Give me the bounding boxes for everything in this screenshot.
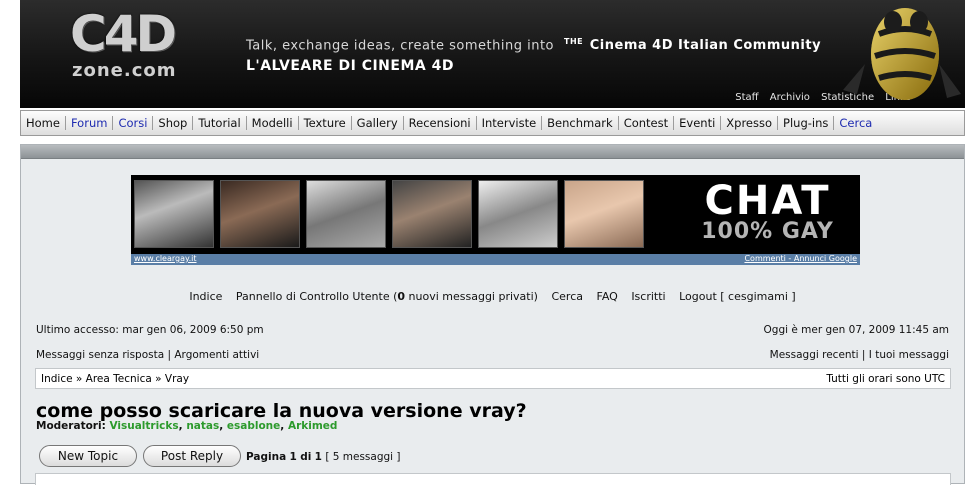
nav-forum[interactable]: Forum (66, 116, 114, 130)
advertisement-banner[interactable]: CHAT 100% GAY www.cleargay.it Commenti -… (131, 175, 860, 265)
moderator-arkimed[interactable]: Arkimed (288, 420, 337, 432)
header-subtitle: L'ALVEARE DI CINEMA 4D (246, 58, 454, 74)
pagination: Pagina 1 di 1 [ 5 messaggi ] (246, 451, 401, 463)
moderator-natas[interactable]: natas (186, 420, 219, 432)
bee-mascot-icon (843, 8, 961, 100)
breadcrumb-path[interactable]: Indice » Area Tecnica » Vray (41, 373, 189, 385)
nav-xpresso[interactable]: Xpresso (721, 116, 779, 130)
nav-eventi[interactable]: Eventi (674, 116, 722, 130)
ad-source-link[interactable]: www.cleargay.it (134, 254, 197, 263)
pannello-suffix: nuovi messaggi privati) (405, 290, 538, 303)
pannello-prefix: Pannello di Controllo Utente ( (235, 290, 398, 303)
nav-home[interactable]: Home (21, 116, 66, 130)
c4dzone-logo[interactable]: C4D zone.com (70, 5, 230, 81)
post-reply-button[interactable]: Post Reply (143, 445, 241, 467)
ad-google-link[interactable]: Commenti - Annunci Google (744, 254, 857, 263)
moderators-label: Moderatori: (36, 420, 106, 432)
nav-contest[interactable]: Contest (619, 116, 675, 130)
forum-panel: CHAT 100% GAY www.cleargay.it Commenti -… (20, 144, 965, 485)
ad-photo-4 (392, 180, 472, 248)
nav-texture[interactable]: Texture (299, 116, 352, 130)
timezone-text: Tutti gli orari sono UTC (826, 373, 945, 385)
main-navigation: Home Forum Corsi Shop Tutorial Modelli T… (20, 110, 965, 136)
nav-interviste[interactable]: Interviste (477, 116, 543, 130)
pannello-count: 0 (397, 290, 406, 303)
tagline-community: Cinema 4D Italian Community (589, 38, 822, 54)
ad-headline: CHAT (704, 178, 831, 224)
panel-top-bar (21, 145, 964, 159)
post-table-top (35, 473, 951, 485)
breadcrumb: Indice » Area Tecnica » Vray Tutti gli o… (35, 368, 951, 389)
nav-modelli[interactable]: Modelli (247, 116, 299, 130)
site-header: C4D zone.com Talk, exchange ideas, creat… (20, 0, 965, 108)
menu-indice[interactable]: Indice (189, 290, 222, 303)
nav-cerca[interactable]: Cerca (834, 116, 877, 130)
link-archivio[interactable]: Archivio (770, 92, 810, 103)
new-topic-button[interactable]: New Topic (39, 445, 137, 467)
pager-of: di (300, 451, 312, 463)
menu-logout[interactable]: Logout [ cesgimami ] (679, 290, 796, 303)
moderator-visualtricks[interactable]: Visualtricks (109, 420, 178, 432)
logo-sub-text: zone.com (72, 60, 177, 81)
ad-photo-1 (134, 180, 214, 248)
tagline-text: Talk, exchange ideas, create something i… (246, 38, 554, 54)
unanswered-active-links[interactable]: Messaggi senza risposta | Argomenti atti… (36, 349, 259, 361)
ad-photo-2 (220, 180, 300, 248)
moderator-esablone[interactable]: esablone (227, 420, 280, 432)
nav-shop[interactable]: Shop (153, 116, 194, 130)
pager-total: 1 (314, 451, 322, 463)
today-date-text: Oggi è mer gen 07, 2009 11:45 am (763, 324, 949, 336)
tagline-the: THE (564, 37, 584, 46)
ad-photo-6 (564, 180, 644, 248)
last-access-text: Ultimo accesso: mar gen 06, 2009 6:50 pm (36, 324, 264, 336)
pager-current: 1 (289, 451, 297, 463)
moderators-line: Moderatori: Visualtricks, natas, esablon… (36, 420, 338, 432)
recent-mine-links[interactable]: Messaggi recenti | I tuoi messaggi (770, 349, 949, 361)
logo-main-text: C4D (70, 5, 177, 63)
ad-photo-5 (478, 180, 558, 248)
menu-iscritti[interactable]: Iscritti (631, 290, 665, 303)
menu-cerca[interactable]: Cerca (551, 290, 583, 303)
pager-count: [ 5 messaggi ] (325, 451, 401, 463)
nav-benchmark[interactable]: Benchmark (542, 116, 619, 130)
nav-corsi[interactable]: Corsi (113, 116, 154, 130)
nav-plugins[interactable]: Plug-ins (778, 116, 835, 130)
ad-subline: 100% GAY (701, 219, 834, 244)
nav-recensioni[interactable]: Recensioni (404, 116, 477, 130)
pager-label: Pagina (246, 451, 287, 463)
ad-photo-3 (306, 180, 386, 248)
menu-pannello[interactable]: Pannello di Controllo Utente (0 nuovi me… (236, 290, 538, 303)
ad-footer: www.cleargay.it Commenti - Annunci Googl… (131, 254, 860, 265)
link-staff[interactable]: Staff (735, 92, 758, 103)
menu-faq[interactable]: FAQ (597, 290, 618, 303)
nav-tutorial[interactable]: Tutorial (193, 116, 247, 130)
topic-title[interactable]: come posso scaricare la nuova versione v… (36, 400, 527, 422)
nav-gallery[interactable]: Gallery (352, 116, 404, 130)
header-tagline: Talk, exchange ideas, create something i… (246, 37, 821, 53)
user-menu: Indice Pannello di Controllo Utente (0 n… (21, 290, 964, 303)
